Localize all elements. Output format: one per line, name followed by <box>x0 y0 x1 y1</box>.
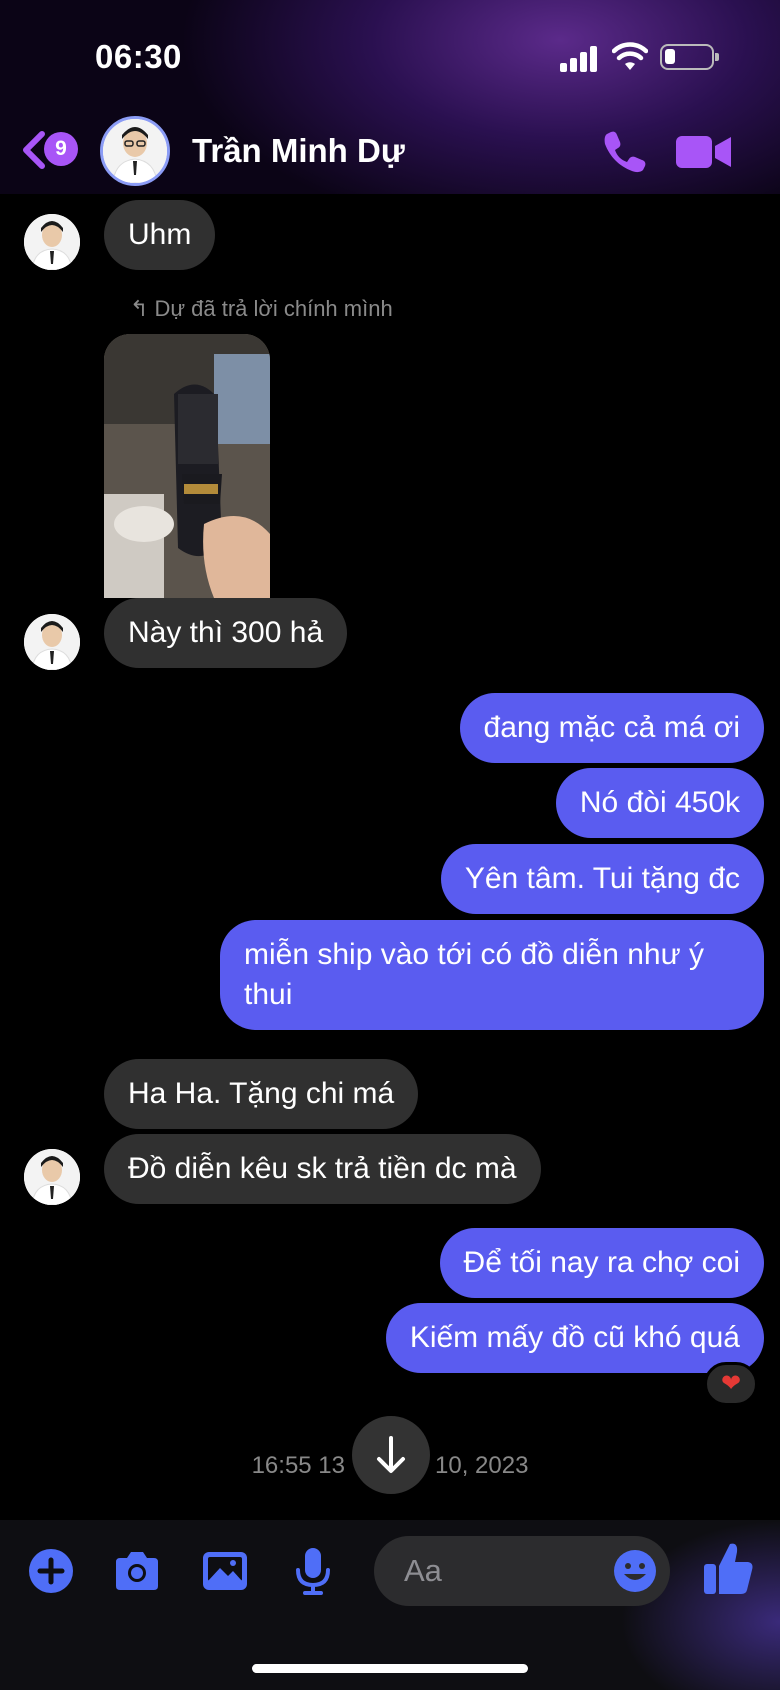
message-outgoing[interactable]: miễn ship vào tới có đồ diễn như ý thui <box>220 920 764 1030</box>
contact-avatar[interactable] <box>100 116 170 186</box>
reply-arrow-icon: ↰ <box>130 296 149 321</box>
plus-icon[interactable] <box>26 1546 76 1596</box>
message-incoming[interactable]: Này thì 300 hả <box>104 598 348 668</box>
wifi-icon <box>612 42 648 70</box>
heart-reaction[interactable]: ❤ <box>704 1362 758 1406</box>
contact-avatar-small[interactable] <box>24 214 80 270</box>
message-composer <box>374 1536 670 1606</box>
contact-avatar-small[interactable] <box>24 1149 80 1205</box>
home-indicator <box>252 1664 528 1673</box>
reply-note: ↰ Dự đã trả lời chính mình <box>130 296 393 321</box>
message-outgoing[interactable]: đang mặc cả má ơi <box>459 693 764 763</box>
image-icon[interactable] <box>200 1546 250 1596</box>
mic-icon[interactable] <box>288 1546 338 1596</box>
arrow-down-icon <box>377 1436 405 1473</box>
message-incoming[interactable]: Đồ diễn kêu sk trả tiền dc mà <box>104 1134 541 1204</box>
emoji-icon[interactable] <box>612 1548 658 1594</box>
video-icon[interactable] <box>676 132 732 172</box>
message-outgoing[interactable]: Yên tâm. Tui tặng đc <box>440 844 764 914</box>
shared-photo[interactable] <box>104 334 270 598</box>
status-time: 06:30 <box>95 38 182 75</box>
message-incoming[interactable]: Ha Ha. Tặng chi má <box>104 1059 419 1129</box>
message-outgoing[interactable]: Nó đòi 450k <box>555 768 764 838</box>
thumbs-up-icon[interactable] <box>702 1540 754 1596</box>
message-incoming[interactable]: Uhm <box>104 200 216 270</box>
contact-avatar-small[interactable] <box>24 614 80 670</box>
signal-icon <box>560 44 600 72</box>
message-input[interactable] <box>404 1552 584 1590</box>
status-bar: 06:30 <box>0 0 780 110</box>
contact-name[interactable]: Trần Minh Dự <box>192 132 405 170</box>
unread-badge[interactable]: 9 <box>44 132 78 166</box>
message-outgoing[interactable]: Kiếm mấy đồ cũ khó quá <box>385 1303 764 1373</box>
message-outgoing[interactable]: Để tối nay ra chợ coi <box>439 1228 764 1298</box>
battery-icon <box>660 44 719 70</box>
camera-icon[interactable] <box>112 1546 162 1596</box>
conversation-header: 9 Trần Minh Dự <box>0 110 780 194</box>
scroll-to-bottom-button[interactable] <box>352 1416 430 1494</box>
phone-icon[interactable] <box>602 128 648 174</box>
